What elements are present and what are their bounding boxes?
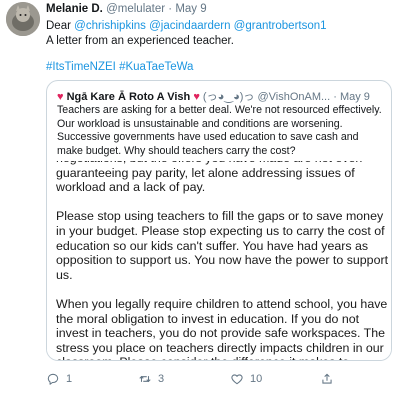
avatar-image <box>6 2 40 36</box>
heart-icon <box>231 374 243 385</box>
separator-dot: · <box>333 91 337 103</box>
quoted-tweet-header: ♥ Ngā Kare Ā Roto A Vish ♥ (っ◕‿◕)っ @Vish… <box>57 88 370 104</box>
hashtag-link[interactable]: #ItsTimeNZEI <box>46 61 116 73</box>
heart-emoji-icon: ♥ <box>193 91 200 103</box>
heart-emoji-icon: ♥ <box>57 91 64 103</box>
retweet-count: 3 <box>158 373 165 385</box>
letter-paragraph: When you legally require children to att… <box>56 296 388 360</box>
like-button[interactable]: 10 <box>230 372 262 386</box>
tweet-hashtags-line: #ItsTimeNZEI #KuaTaeTeWa <box>46 60 193 74</box>
mention-link[interactable]: @grantrobertson1 <box>234 20 327 32</box>
tweet-text: A letter from an experienced teacher. <box>46 35 234 47</box>
hashtag-link[interactable]: #KuaTaeTeWa <box>119 61 193 73</box>
quoted-tweet-text: Teachers are asking for a better deal. W… <box>57 104 382 157</box>
quoted-author-name[interactable]: Ngā Kare Ā Roto A Vish <box>67 91 191 103</box>
mention-link[interactable]: @jacindaardern <box>149 20 230 32</box>
tweet-mentions-line: Dear @chrishipkins @jacindaardern @grant… <box>46 19 327 33</box>
letter-paragraph: Please stop using teachers to fill the g… <box>56 209 389 282</box>
author-name[interactable]: Melanie D. <box>46 3 103 15</box>
like-count: 10 <box>250 373 263 385</box>
avatar[interactable] <box>6 2 40 36</box>
tweet-timestamp[interactable]: May 9 <box>175 3 206 15</box>
reply-count: 1 <box>66 373 73 385</box>
letter-image[interactable]: negotiations, but the offers you have ma… <box>47 161 391 360</box>
reply-button[interactable]: 1 <box>46 372 72 386</box>
retweet-button[interactable]: 3 <box>138 372 164 386</box>
letter-paragraph: negotiations, but the offers you have ma… <box>56 161 362 195</box>
quoted-timestamp[interactable]: May 9 <box>340 91 370 103</box>
reply-icon <box>47 373 59 385</box>
tweet: Melanie D. @melulater · May 9 Dear @chri… <box>0 0 400 400</box>
share-icon <box>322 373 332 384</box>
quoted-tweet[interactable]: ♥ Ngā Kare Ā Roto A Vish ♥ (っ◕‿◕)っ @Vish… <box>46 80 392 361</box>
quoted-emoticon: (っ◕‿◕)っ <box>202 91 255 103</box>
separator-dot: · <box>168 3 173 15</box>
retweet-icon <box>139 375 151 383</box>
greeting-text: Dear <box>46 20 71 32</box>
mention-link[interactable]: @chrishipkins <box>74 20 146 32</box>
share-button[interactable] <box>320 372 334 386</box>
letter-text: negotiations, but the offers you have ma… <box>56 161 389 360</box>
tweet-header: Melanie D. @melulater · May 9 <box>46 3 207 15</box>
tweet-actions: 1 3 10 <box>46 372 392 390</box>
author-handle[interactable]: @melulater <box>106 3 165 15</box>
quoted-author-handle[interactable]: @VishOnAM... <box>257 91 330 103</box>
